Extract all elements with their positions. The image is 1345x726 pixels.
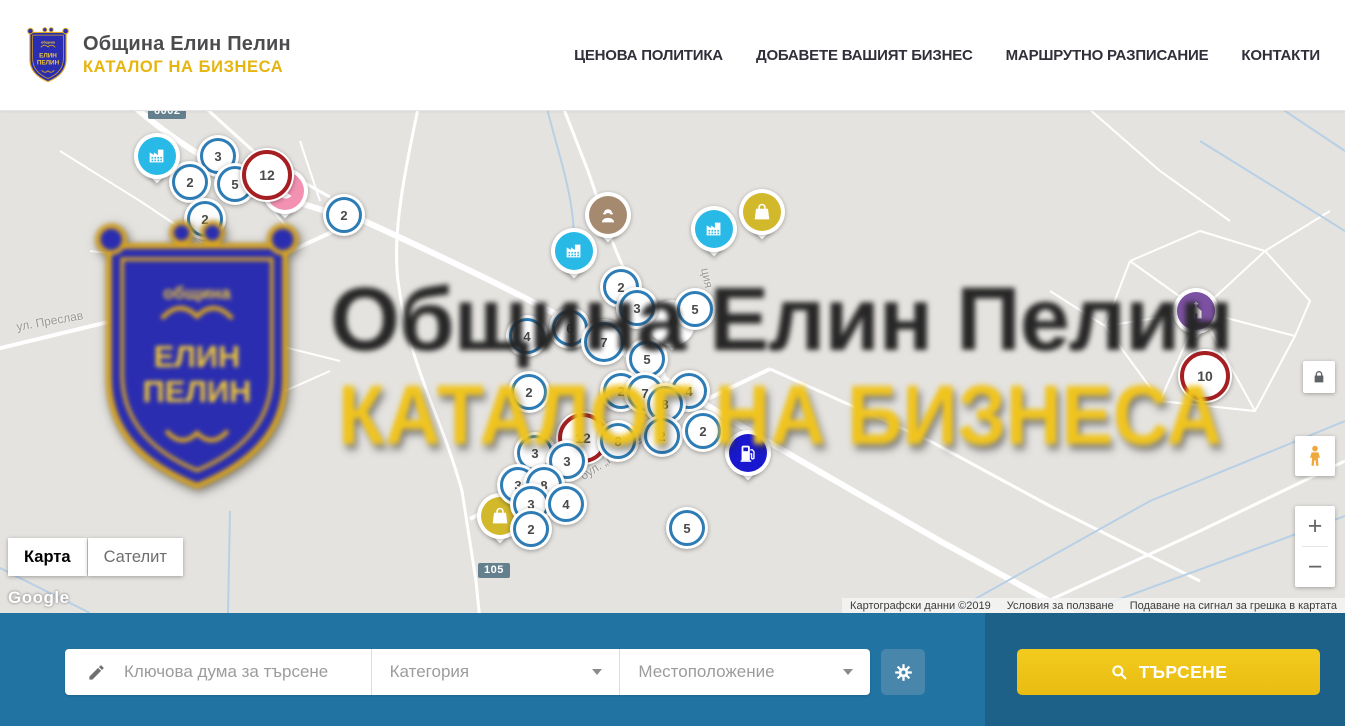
map-attribution: Картографски данни ©2019 Условия за полз… <box>842 598 1345 613</box>
cluster-count: 5 <box>669 510 705 546</box>
cluster-count: 2 <box>187 201 223 237</box>
map-canvas[interactable]: 6002 105 ул. Преслав бул. „Новосел ция 3… <box>0 111 1345 613</box>
google-logo[interactable]: Google <box>8 588 70 608</box>
nav-pricing-policy[interactable]: ЦЕНОВА ПОЛИТИКА <box>574 47 723 64</box>
cluster-count: 2 <box>513 511 549 547</box>
street-view-pegman[interactable] <box>1295 436 1335 476</box>
search-bar-right: ТЪРСЕНЕ <box>985 613 1345 726</box>
fuel-icon <box>729 434 767 472</box>
map-pin-fuel[interactable] <box>725 430 771 476</box>
cluster-count: 2 <box>644 418 680 454</box>
shopping-bag-icon <box>743 193 781 231</box>
zoom-out-button[interactable]: − <box>1295 547 1335 587</box>
cluster-count: 2 <box>511 374 547 410</box>
factory-icon <box>695 210 733 248</box>
cluster-count: 8 <box>600 423 636 459</box>
cluster-marker[interactable]: 5 <box>666 507 708 549</box>
nav-route-schedule[interactable]: МАРШРУТНО РАЗПИСАНИЕ <box>1006 47 1209 64</box>
nav-add-your-business[interactable]: ДОБАВЕТЕ ВАШИЯТ БИЗНЕС <box>756 47 973 64</box>
zoom-control: + − <box>1295 506 1335 587</box>
site-logo[interactable]: община ЕЛИН ПЕЛИН Община Елин Пелин КАТА… <box>25 27 291 83</box>
map-type-map-button[interactable]: Карта <box>8 538 87 576</box>
cluster-count: 2 <box>326 197 362 233</box>
cluster-marker[interactable]: 2 <box>682 410 724 452</box>
municipality-emblem-icon: община ЕЛИН ПЕЛИН <box>25 27 71 83</box>
svg-text:община: община <box>41 40 56 44</box>
main-nav: ЦЕНОВА ПОЛИТИКА ДОБАВЕТЕ ВАШИЯТ БИЗНЕС М… <box>574 0 1320 110</box>
attribution-copyright: Картографски данни ©2019 <box>842 600 999 612</box>
cluster-marker[interactable]: 3 <box>616 287 658 329</box>
cluster-marker[interactable]: 5 <box>674 288 716 330</box>
site-title: Община Елин Пелин <box>83 33 291 56</box>
search-icon <box>1110 663 1128 681</box>
cluster-marker[interactable]: 2 <box>641 415 683 457</box>
map-pin-factory[interactable] <box>691 206 737 252</box>
cluster-marker[interactable]: 4 <box>545 483 587 525</box>
cluster-count: 7 <box>584 322 624 362</box>
map-type-control: Карта Сателит <box>8 538 183 576</box>
map-pin-shopping-bag[interactable] <box>739 189 785 235</box>
cluster-count: 4 <box>548 486 584 522</box>
keyword-field[interactable] <box>65 649 371 695</box>
search-bar: Категория Местоположение <box>0 613 1345 726</box>
map-pin-factory[interactable] <box>551 228 597 274</box>
cluster-count: 5 <box>677 291 713 327</box>
advanced-settings-button[interactable] <box>881 649 925 695</box>
pencil-icon <box>87 663 106 682</box>
cluster-count: 12 <box>242 150 292 200</box>
cluster-marker[interactable]: 7 <box>581 319 627 365</box>
factory-icon <box>138 137 176 175</box>
svg-text:ПЕЛИН: ПЕЛИН <box>37 59 60 66</box>
cluster-marker[interactable]: 2 <box>184 198 226 240</box>
location-select[interactable]: Местоположение <box>619 649 870 695</box>
search-bar-left: Категория Местоположение <box>0 613 985 726</box>
cluster-marker[interactable]: 4 <box>506 315 548 357</box>
cluster-marker[interactable]: 10 <box>1178 349 1232 403</box>
location-select-label: Местоположение <box>638 662 774 682</box>
cluster-marker[interactable]: 2 <box>323 194 365 236</box>
search-submit-label: ТЪРСЕНЕ <box>1139 662 1228 683</box>
map-pin-factory[interactable] <box>134 133 180 179</box>
marker-layer: 3251222235647522748128223338342510 <box>0 111 1345 613</box>
category-select[interactable]: Категория <box>371 649 620 695</box>
church-icon <box>1177 292 1215 330</box>
svg-text:ЕЛИН: ЕЛИН <box>39 52 57 59</box>
factory-icon <box>555 232 593 270</box>
lock-button[interactable] <box>1303 361 1335 393</box>
cluster-count: 10 <box>1180 351 1230 401</box>
cluster-marker[interactable]: 2 <box>510 508 552 550</box>
search-submit-button[interactable]: ТЪРСЕНЕ <box>1017 649 1320 695</box>
map-type-satellite-button[interactable]: Сателит <box>88 538 183 576</box>
site-subtitle: КАТАЛОГ НА БИЗНЕСА <box>83 58 291 77</box>
lock-icon <box>1311 369 1327 385</box>
keyword-input[interactable] <box>122 661 356 683</box>
header: община ЕЛИН ПЕЛИН Община Елин Пелин КАТА… <box>0 0 1345 111</box>
category-select-label: Категория <box>390 662 469 682</box>
zoom-in-button[interactable]: + <box>1295 506 1335 546</box>
report-error-link[interactable]: Подаване на сигнал за грешка в картата <box>1122 600 1345 612</box>
chevron-down-icon <box>592 669 602 675</box>
pegman-icon <box>1303 444 1327 468</box>
cluster-count: 2 <box>685 413 721 449</box>
chevron-down-icon <box>843 669 853 675</box>
cluster-count: 4 <box>509 318 545 354</box>
search-fields: Категория Местоположение <box>65 649 870 695</box>
nav-contacts[interactable]: КОНТАКТИ <box>1241 47 1320 64</box>
map-pin-church[interactable] <box>1173 288 1219 334</box>
cluster-marker[interactable]: 12 <box>240 148 294 202</box>
terms-link[interactable]: Условия за ползване <box>999 600 1122 612</box>
cluster-marker[interactable]: 2 <box>508 371 550 413</box>
gear-icon <box>893 662 914 683</box>
cluster-count: 3 <box>619 290 655 326</box>
cluster-marker[interactable]: 8 <box>597 420 639 462</box>
